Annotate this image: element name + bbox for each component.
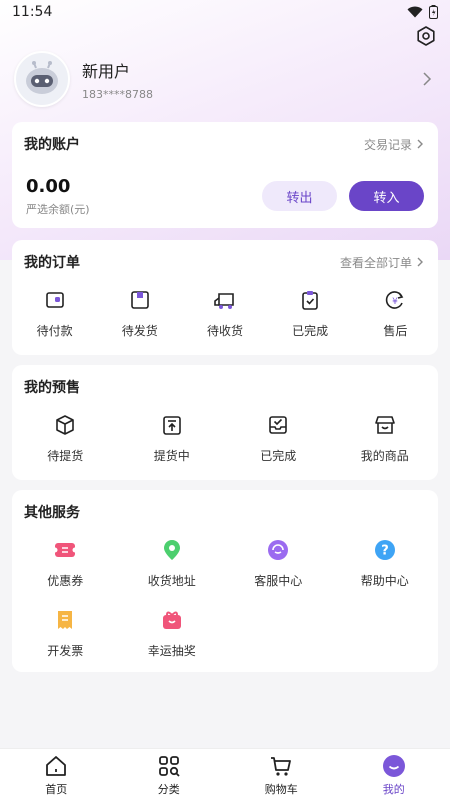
box-icon <box>53 413 77 437</box>
order-pending-shipment[interactable]: 待发货 <box>97 284 182 354</box>
battery-icon <box>429 5 438 19</box>
presale-title: 我的预售 <box>24 380 80 396</box>
tab-profile[interactable]: 我的 <box>338 749 450 800</box>
store-icon <box>373 413 397 437</box>
invoice-icon <box>53 608 77 632</box>
profile-phone: 183****8788 <box>82 87 153 101</box>
avatar[interactable] <box>14 51 70 107</box>
upload-box-icon <box>160 413 184 437</box>
truck-icon <box>213 288 237 312</box>
yen-refresh-icon: ¥ <box>383 288 407 312</box>
status-bar: 11:54 <box>0 0 450 24</box>
bottom-tab-bar: 首页 分类 购物车 我的 <box>0 748 450 800</box>
package-icon <box>128 288 152 312</box>
account-card: 我的账户 交易记录 0.00 严选余额(元) 转出 转入 <box>12 122 438 228</box>
account-title: 我的账户 <box>24 137 80 153</box>
services-card: 其他服务 优惠券 收货地址 客服中心 ? 帮助中心 开发票 幸运抽奖 <box>12 490 438 672</box>
order-pending-receipt[interactable]: 待收货 <box>182 284 267 354</box>
settings-button[interactable] <box>414 24 438 48</box>
orders-title: 我的订单 <box>24 255 80 271</box>
chevron-right-icon <box>417 257 423 267</box>
balance-label: 严选余额(元) <box>26 202 90 216</box>
tab-category[interactable]: 分类 <box>113 749 226 800</box>
presale-pending-pickup[interactable]: 待提货 <box>12 409 119 479</box>
service-coupons[interactable]: 优惠券 <box>12 534 119 604</box>
cart-icon <box>268 753 294 779</box>
robot-avatar-icon <box>26 61 58 94</box>
tab-home[interactable]: 首页 <box>0 749 113 800</box>
presale-completed[interactable]: 已完成 <box>225 409 332 479</box>
svg-text:¥: ¥ <box>392 297 398 307</box>
balance-value: 0.00 <box>26 175 71 197</box>
service-lucky-draw[interactable]: 幸运抽奖 <box>119 604 226 674</box>
chevron-right-icon <box>417 139 423 149</box>
services-title: 其他服务 <box>24 505 80 521</box>
coupon-icon <box>53 538 78 562</box>
withdraw-button[interactable]: 转出 <box>262 181 337 211</box>
profile-name: 新用户 <box>82 61 131 81</box>
home-icon <box>43 753 69 779</box>
service-address[interactable]: 收货地址 <box>119 534 226 604</box>
service-invoice[interactable]: 开发票 <box>12 604 119 674</box>
location-icon <box>160 538 184 562</box>
transaction-history-link[interactable]: 交易记录 <box>364 136 426 153</box>
service-help-center[interactable]: ? 帮助中心 <box>332 534 439 604</box>
gift-icon <box>160 608 184 632</box>
wifi-icon <box>407 6 423 18</box>
order-after-sales[interactable]: ¥ 售后 <box>353 284 438 354</box>
clipboard-check-icon <box>298 288 322 312</box>
customer-service-icon <box>266 538 290 562</box>
presale-card: 我的预售 待提货 提货中 已完成 我的商品 <box>12 365 438 480</box>
profile-icon <box>381 753 407 779</box>
chevron-right-icon <box>423 72 432 86</box>
order-completed[interactable]: 已完成 <box>268 284 353 354</box>
status-time: 11:54 <box>12 4 53 20</box>
order-pending-payment[interactable]: 待付款 <box>12 284 97 354</box>
category-icon <box>156 753 182 779</box>
service-customer-center[interactable]: 客服中心 <box>225 534 332 604</box>
tab-cart[interactable]: 购物车 <box>225 749 338 800</box>
inbox-check-icon <box>266 413 290 437</box>
help-icon: ? <box>373 538 397 562</box>
presale-my-products[interactable]: 我的商品 <box>332 409 439 479</box>
orders-card: 我的订单 查看全部订单 待付款 待发货 待收货 已完成 ¥ 售后 <box>12 240 438 355</box>
deposit-button[interactable]: 转入 <box>349 181 424 211</box>
presale-picking-up[interactable]: 提货中 <box>119 409 226 479</box>
wallet-icon <box>43 288 67 312</box>
settings-icon <box>417 26 435 46</box>
view-all-orders-link[interactable]: 查看全部订单 <box>340 254 426 271</box>
profile-row[interactable]: 新用户 183****8788 <box>14 50 436 108</box>
svg-text:?: ? <box>381 544 389 559</box>
